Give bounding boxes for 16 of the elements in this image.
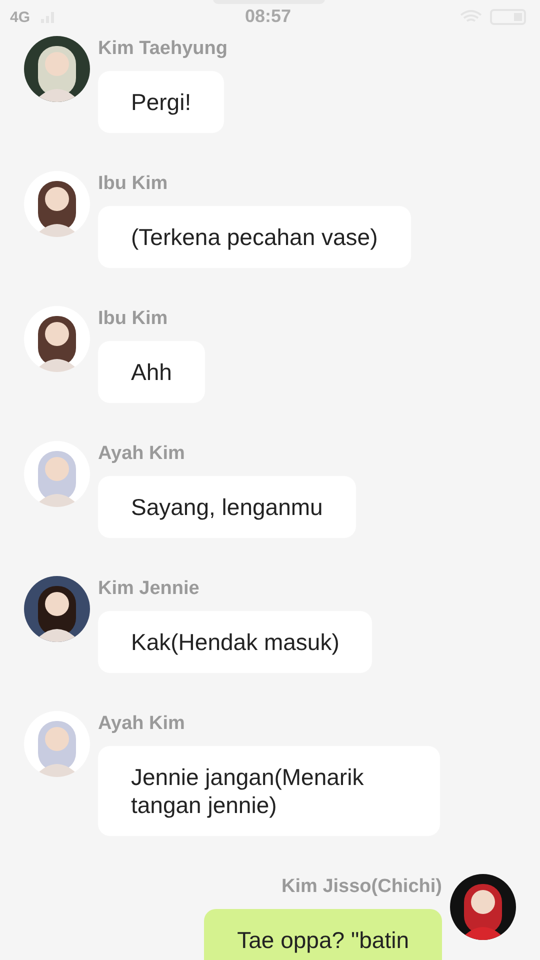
sender-name: Kim Jennie (98, 577, 200, 601)
message-bubble: (Terkena pecahan vase) (98, 206, 411, 268)
message-bubble: Sayang, lenganmu (98, 476, 356, 538)
clock: 08:57 (245, 6, 292, 27)
message-bubble: Ahh (98, 341, 205, 403)
sender-name: Kim Taehyung (98, 37, 228, 61)
message-bubble: Pergi! (98, 71, 224, 133)
sender-name: Ayah Kim (98, 712, 185, 736)
sender-name: Kim Jisso(Chichi) (282, 875, 442, 899)
message-bubble: Kak(Hendak masuk) (98, 611, 372, 673)
message-bubble: Tae oppa? "batin (204, 909, 442, 960)
carrier-label: 4G (10, 8, 30, 26)
message-bubble: Jennie jangan(Menarik tangan jennie) (98, 746, 440, 836)
sender-name: Ibu Kim (98, 172, 168, 196)
sender-name: Ibu Kim (98, 307, 168, 331)
sender-name: Ayah Kim (98, 442, 185, 466)
